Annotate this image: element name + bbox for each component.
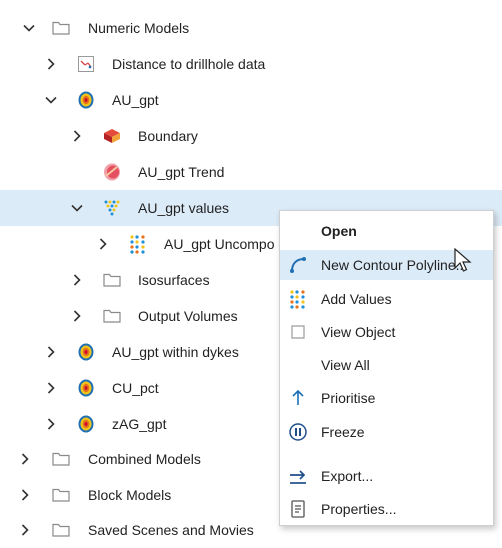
menu-item-label: New Contour Polyline... xyxy=(321,257,468,273)
menu-item-open[interactable]: Open xyxy=(280,216,493,246)
numeric-model-icon xyxy=(76,90,96,110)
chevron-down-icon[interactable] xyxy=(22,21,36,35)
menu-item-add-values[interactable]: Add Values xyxy=(280,284,493,314)
tree-item-distance-to-drillhole-data[interactable]: Distance to drillhole data xyxy=(0,46,502,82)
menu-item-label: Add Values xyxy=(321,291,392,307)
tree-item-label: AU_gpt xyxy=(112,92,159,108)
chevron-right-icon[interactable] xyxy=(70,273,84,287)
tree-item-label: Combined Models xyxy=(88,451,201,467)
arrow-up-icon xyxy=(288,388,308,408)
trend-icon xyxy=(102,162,122,182)
folder-icon xyxy=(102,306,122,326)
chevron-right-icon[interactable] xyxy=(70,129,84,143)
tree-item-label: Output Volumes xyxy=(138,308,238,324)
numeric-model-icon xyxy=(76,342,96,362)
tree-item-label: Numeric Models xyxy=(88,20,190,36)
folder-icon xyxy=(51,520,71,540)
folder-icon xyxy=(51,449,71,469)
menu-item-label: Freeze xyxy=(321,424,365,440)
chevron-right-icon[interactable] xyxy=(70,309,84,323)
tree-item-boundary[interactable]: Boundary xyxy=(0,118,502,154)
tree-item-label: Boundary xyxy=(138,128,198,144)
menu-item-label: View Object xyxy=(321,324,396,340)
chevron-right-icon[interactable] xyxy=(44,345,58,359)
menu-item-label: Properties... xyxy=(321,501,397,517)
points-icon xyxy=(128,234,148,254)
tree-item-label: AU_gpt values xyxy=(138,200,230,216)
mouse-pointer-icon xyxy=(454,247,472,277)
export-icon xyxy=(288,466,308,486)
tree-item-label: Distance to drillhole data xyxy=(112,56,266,72)
distance-function-icon xyxy=(76,54,96,74)
points-icon xyxy=(288,289,308,309)
chevron-right-icon[interactable] xyxy=(44,381,58,395)
properties-icon xyxy=(288,499,308,519)
menu-item-properties[interactable]: Properties... xyxy=(280,494,493,524)
tree-item-label: AU_gpt within dykes xyxy=(112,344,239,360)
chevron-down-icon[interactable] xyxy=(70,201,84,215)
numeric-model-icon xyxy=(76,378,96,398)
tree-item-numeric-models[interactable]: Numeric Models xyxy=(0,10,502,46)
chevron-right-icon[interactable] xyxy=(44,57,58,71)
chevron-right-icon[interactable] xyxy=(18,523,32,537)
folder-icon xyxy=(51,485,71,505)
tree-item-label: AU_gpt Trend xyxy=(138,164,225,180)
menu-item-view-object[interactable]: View Object xyxy=(280,317,493,347)
chevron-right-icon[interactable] xyxy=(44,417,58,431)
menu-item-export[interactable]: Export... xyxy=(280,461,493,491)
pause-circle-icon xyxy=(288,422,308,442)
chevron-right-icon[interactable] xyxy=(18,488,32,502)
tree-item-label: Isosurfaces xyxy=(138,272,210,288)
tree-item-label: Saved Scenes and Movies xyxy=(88,522,254,538)
menu-item-freeze[interactable]: Freeze xyxy=(280,417,493,447)
folder-icon xyxy=(102,270,122,290)
menu-item-label: Export... xyxy=(321,468,374,484)
folder-icon xyxy=(51,18,71,38)
tree-item-au-gpt[interactable]: AU_gpt xyxy=(0,82,502,118)
menu-item-label: Prioritise xyxy=(321,390,376,406)
menu-item-prioritise[interactable]: Prioritise xyxy=(280,383,493,413)
tree-item-label: CU_pct xyxy=(112,380,159,396)
chevron-right-icon[interactable] xyxy=(18,452,32,466)
menu-item-view-all[interactable]: View All xyxy=(280,350,493,380)
tree-item-label: zAG_gpt xyxy=(112,416,167,432)
chevron-right-icon[interactable] xyxy=(96,237,110,251)
boundary-icon xyxy=(102,126,122,146)
menu-item-label: View All xyxy=(321,357,370,373)
menu-item-label: Open xyxy=(321,223,357,239)
contour-polyline-icon xyxy=(288,255,308,275)
values-icon xyxy=(102,198,122,218)
checkbox-icon[interactable] xyxy=(288,322,308,342)
chevron-down-icon[interactable] xyxy=(44,93,58,107)
numeric-model-icon xyxy=(76,414,96,434)
tree-item-label: Block Models xyxy=(88,487,172,503)
tree-item-au-gpt-trend[interactable]: AU_gpt Trend xyxy=(0,154,502,190)
tree-item-label: AU_gpt Uncompo xyxy=(164,236,275,252)
